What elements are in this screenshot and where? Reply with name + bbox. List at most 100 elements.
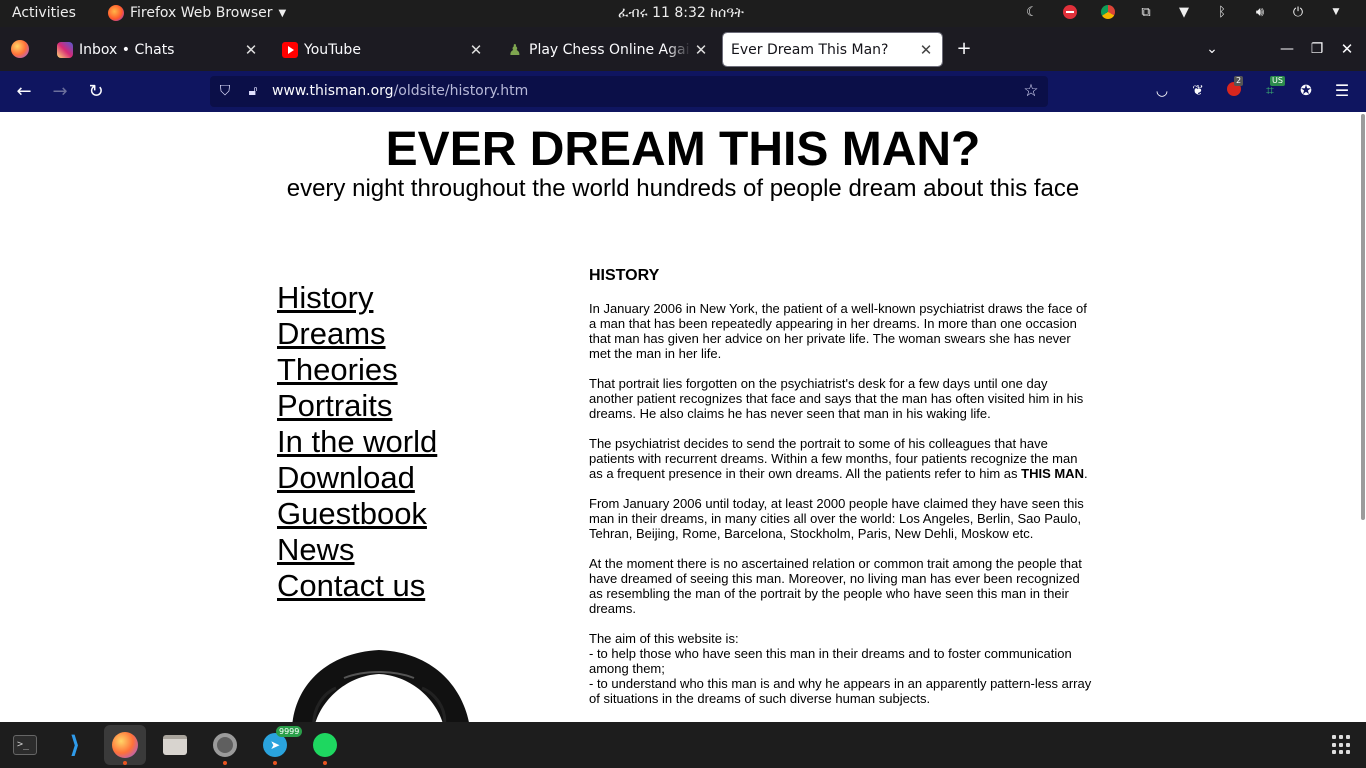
files-launcher[interactable] [154,725,196,765]
caret-down-icon: ▼ [278,7,287,19]
bluetooth-icon[interactable]: ᛒ [1214,4,1230,20]
aims-intro: The aim of this website is: [589,631,739,646]
menu-link-news[interactable]: News [277,532,437,568]
paragraph: That portrait lies forgotten on the psyc… [589,376,1084,421]
url-path: /oldsite/history.htm [393,83,529,99]
close-window-icon[interactable]: ✕ [1337,39,1357,59]
chevron-down-icon[interactable]: ▼ [1328,4,1344,20]
tab-label: Play Chess Online Against [529,41,691,58]
tab-label: Inbox • Chats [79,41,175,58]
spotify-icon [313,733,337,757]
show-applications-icon[interactable] [1332,735,1352,755]
tab-youtube[interactable]: YouTube ✕ [274,33,492,66]
dock: >_ ⟩ ➤ 9999 [0,722,1366,768]
chess-pawn-icon: ♟ [508,40,522,59]
tab-instagram[interactable]: Inbox • Chats ✕ [49,33,267,66]
pocket-icon[interactable]: ◡ [1153,82,1171,100]
list-all-tabs-icon[interactable]: ⌄ [1202,39,1222,59]
extension-translate-icon[interactable]: ⌗ US [1261,76,1285,100]
url-text[interactable]: www.thisman.org/oldsite/history.htm [272,83,528,99]
paragraph-text: . [1083,466,1088,481]
activities-button[interactable]: Activities [12,5,76,21]
firefox-launcher[interactable] [104,725,146,765]
app-menu[interactable]: Firefox Web Browser ▼ [108,5,286,21]
menu-link-history[interactable]: History [277,280,437,316]
menu-link-guestbook[interactable]: Guestbook [277,496,437,532]
tab-bar: Inbox • Chats ✕ YouTube ✕ ♟ Play Chess O… [0,27,1366,71]
chrome-indicator-icon[interactable] [1100,4,1116,20]
firefox-icon [108,5,124,21]
new-tab-icon[interactable]: + [954,39,974,59]
settings-launcher[interactable] [204,725,246,765]
menu-link-dreams[interactable]: Dreams [277,316,437,352]
running-indicator [123,761,127,765]
power-icon[interactable]: ⏻ [1290,4,1306,20]
vscode-launcher[interactable]: ⟩ [54,725,96,765]
aims-item: - to understand who this man is and why … [589,676,1092,706]
paragraph: From January 2006 until today, at least … [589,496,1084,541]
tab-ever-dream[interactable]: Ever Dream This Man? ✕ [722,32,943,67]
youtube-icon [282,41,298,58]
close-tab-icon[interactable]: ✕ [241,41,261,59]
terminal-icon: >_ [13,735,37,755]
close-tab-icon[interactable]: ✕ [691,41,711,59]
files-icon [163,735,187,755]
close-tab-icon[interactable]: ✕ [466,41,486,59]
do-not-disturb-icon[interactable] [1062,4,1078,20]
settings-gear-icon [213,733,237,757]
extension-cookie-icon[interactable]: ✪ [1297,82,1315,100]
menu-link-in-the-world[interactable]: In the world [277,424,437,460]
paragraph: The aim of this website is: - to help th… [589,631,1094,706]
clock[interactable]: ፈብሩ 11 8:32 ከሰዓት [618,5,744,21]
telegram-launcher[interactable]: ➤ 9999 [254,725,303,765]
paragraph: The psychiatrist decides to send the por… [589,436,1094,481]
extension-badge-lang: US [1270,76,1285,86]
shield-icon[interactable]: ⛉ [216,82,234,100]
wifi-icon[interactable]: ▼ [1176,4,1192,20]
menu-link-portraits[interactable]: Portraits [277,388,437,424]
menu-link-theories[interactable]: Theories [277,352,437,388]
volume-icon[interactable]: 🔊︎ [1252,4,1268,20]
extension-feather-icon[interactable]: ❦ [1189,82,1207,100]
close-tab-icon[interactable]: ✕ [916,41,936,59]
section-heading: HISTORY [589,267,660,284]
this-man-portrait [292,650,469,722]
tab-label: YouTube [304,41,361,58]
back-icon[interactable]: ← [13,81,35,103]
night-light-icon[interactable]: ☾ [1024,4,1040,20]
menu-link-contact-us[interactable]: Contact us [277,568,437,604]
system-top-bar: Activities Firefox Web Browser ▼ ፈብሩ 11 … [0,0,1366,27]
navigation-bar: ← → ↻ ⛉ 🔓︎ www.thisman.org/oldsite/histo… [0,71,1366,112]
restore-icon[interactable]: ❐ [1307,39,1327,59]
aims-item: - to help those who have seen this man i… [589,646,1072,676]
app-menu-label: Firefox Web Browser [130,5,273,21]
tab-chess[interactable]: ♟ Play Chess Online Against ✕ [499,33,717,66]
minimize-icon[interactable]: — [1277,39,1297,59]
url-host: www.thisman.org [272,83,394,99]
telegram-unread-badge: 9999 [276,726,303,737]
system-tray[interactable]: ☾ ⧉ ▼ ᛒ 🔊︎ ⏻ ▼ [1024,4,1344,20]
running-indicator [323,761,327,765]
extension-red-icon[interactable]: 2 [1225,76,1244,100]
page-title: EVER DREAM THIS MAN? [385,123,981,176]
spotify-launcher[interactable] [304,725,346,765]
url-bar[interactable]: ⛉ 🔓︎ www.thisman.org/oldsite/history.htm… [210,76,1048,107]
paragraph-text: The psychiatrist decides to send the por… [589,436,1078,481]
tab-label: Ever Dream This Man? [731,41,889,58]
vscode-icon: ⟩ [69,731,81,759]
firefox-icon [112,732,138,758]
screen-share-icon[interactable]: ⧉ [1138,4,1154,20]
page-scrollbar[interactable] [1361,114,1365,520]
reload-icon[interactable]: ↻ [85,81,107,103]
bookmark-star-icon[interactable]: ☆ [1022,82,1040,100]
firefox-view-icon[interactable] [11,40,29,58]
menu-link-download[interactable]: Download [277,460,437,496]
forward-icon[interactable]: → [49,81,71,103]
hamburger-menu-icon[interactable]: ☰ [1333,82,1351,100]
running-indicator [223,761,227,765]
page-subtitle: every night throughout the world hundred… [286,175,1080,202]
this-man-emphasis: THIS MAN [1021,466,1084,481]
not-secure-lock-icon[interactable]: 🔓︎ [244,82,262,100]
site-menu: History Dreams Theories Portraits In the… [277,280,437,604]
terminal-launcher[interactable]: >_ [4,725,46,765]
